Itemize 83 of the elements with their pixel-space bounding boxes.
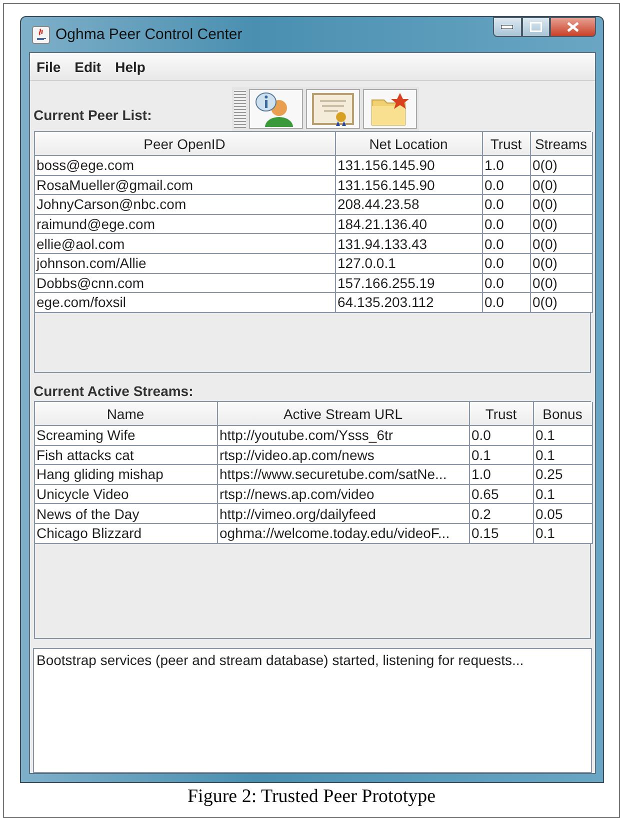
log-text-area[interactable]: Bootstrap services (peer and stream database) started, listening for requests... [32, 648, 592, 773]
figure-caption: Figure 2: Trusted Peer Prototype [187, 786, 436, 808]
section-label: Current Active Streams: [32, 382, 194, 401]
table-cell[interactable]: johnson.com/Allie [34, 254, 336, 274]
table-cell[interactable]: 0.0 [482, 254, 530, 274]
table-cell[interactable]: 1.0 [470, 465, 534, 485]
table-cell[interactable]: 0.65 [470, 484, 534, 504]
close-icon [566, 22, 578, 32]
table-cell[interactable]: JohnyCarson@nbc.com [34, 195, 336, 215]
table-cell[interactable]: 0.0 [470, 426, 534, 446]
table-cell[interactable]: Screaming Wife [34, 426, 218, 446]
peer-info-button[interactable] [248, 89, 302, 129]
table-cell[interactable]: 0.0 [482, 195, 530, 215]
close-button[interactable] [550, 17, 596, 37]
table-cell[interactable]: 0(0) [530, 176, 592, 196]
minimize-icon [501, 25, 513, 29]
table-cell[interactable]: 0.15 [470, 524, 534, 544]
menu-item[interactable]: Help [115, 58, 146, 74]
toolbar-grip[interactable] [234, 90, 246, 128]
column-header[interactable]: Name [34, 402, 218, 426]
table-cell[interactable]: http://youtube.com/Ysss_6tr [218, 426, 470, 446]
column-header[interactable]: Trust [482, 132, 530, 156]
column-header[interactable]: Net Location [336, 132, 482, 156]
table-cell[interactable]: 208.44.23.58 [336, 195, 482, 215]
table-cell[interactable]: http://vimeo.org/dailyfeed [218, 504, 470, 524]
table-cell[interactable]: 0.0 [482, 274, 530, 294]
table-cell[interactable]: Dobbs@cnn.com [34, 274, 336, 294]
table-cell[interactable]: 0(0) [530, 156, 592, 176]
table-cell[interactable]: 0.0 [482, 293, 530, 313]
certificate-button[interactable] [306, 89, 360, 129]
menu-item[interactable]: File [36, 58, 61, 74]
maximize-icon [530, 22, 542, 32]
table-cell[interactable]: rtsp://news.ap.com/video [218, 484, 470, 504]
section-label: Current Peer List: [34, 107, 153, 125]
table-cell[interactable]: 0.25 [534, 465, 592, 485]
table-cell[interactable]: 0.1 [470, 446, 534, 466]
table-cell[interactable]: ege.com/foxsil [34, 293, 336, 313]
table-cell[interactable]: 131.94.133.43 [336, 234, 482, 254]
table-cell[interactable]: 0.05 [534, 504, 592, 524]
table-cell[interactable]: 0(0) [530, 293, 592, 313]
table-cell[interactable]: oghma://welcome.today.edu/videoF... [218, 524, 470, 544]
table-cell[interactable]: 0(0) [530, 195, 592, 215]
table-cell[interactable]: RosaMueller@gmail.com [34, 176, 336, 196]
table-cell[interactable]: 0(0) [530, 274, 592, 294]
table-cell[interactable]: 0.1 [534, 446, 592, 466]
column-header[interactable]: Trust [470, 402, 534, 426]
table-cell[interactable]: Unicycle Video [34, 484, 218, 504]
maximize-button[interactable] [522, 17, 550, 37]
table-cell[interactable]: 0(0) [530, 234, 592, 254]
table-cell[interactable]: rtsp://video.ap.com/news [218, 446, 470, 466]
table-cell[interactable]: 0.0 [482, 234, 530, 254]
new-folder-button[interactable] [362, 89, 416, 129]
menu-item[interactable]: Edit [74, 58, 102, 74]
table-cell[interactable]: 131.156.145.90 [336, 176, 482, 196]
table-cell[interactable]: boss@ege.com [34, 156, 336, 176]
window-title: Oghma Peer Control Center [56, 26, 244, 43]
table-cell[interactable]: 127.0.0.1 [336, 254, 482, 274]
column-header[interactable]: Peer OpenID [34, 132, 336, 156]
table-cell[interactable]: ellie@aol.com [34, 234, 336, 254]
table-cell[interactable]: 1.0 [482, 156, 530, 176]
table-cell[interactable]: Fish attacks cat [34, 446, 218, 466]
table-cell[interactable]: 0.1 [534, 524, 592, 544]
table-cell[interactable]: 64.135.203.112 [336, 293, 482, 313]
table-cell[interactable]: 131.156.145.90 [336, 156, 482, 176]
table-cell[interactable]: 0.1 [534, 426, 592, 446]
table-cell[interactable]: News of the Day [34, 504, 218, 524]
table-cell[interactable]: Hang gliding mishap [34, 465, 218, 485]
table-cell[interactable]: raimund@ege.com [34, 214, 336, 234]
table-cell[interactable]: 184.21.136.40 [336, 214, 482, 234]
table-cell[interactable]: 0(0) [530, 254, 592, 274]
table-cell[interactable]: Chicago Blizzard [34, 524, 218, 544]
table-cell[interactable]: 0.0 [482, 176, 530, 196]
table-cell[interactable]: https://www.securetube.com/satNe... [218, 465, 470, 485]
table-cell[interactable]: 157.166.255.19 [336, 274, 482, 294]
table-cell[interactable]: 0.0 [482, 214, 530, 234]
column-header[interactable]: Active Stream URL [218, 402, 470, 426]
minimize-button[interactable] [492, 17, 522, 37]
table-cell[interactable]: 0(0) [530, 214, 592, 234]
certificate-icon [310, 92, 356, 126]
table-cell[interactable]: 0.2 [470, 504, 534, 524]
column-header[interactable]: Bonus [534, 402, 592, 426]
table-cell[interactable]: 0.1 [534, 484, 592, 504]
column-header[interactable]: Streams [530, 132, 592, 156]
